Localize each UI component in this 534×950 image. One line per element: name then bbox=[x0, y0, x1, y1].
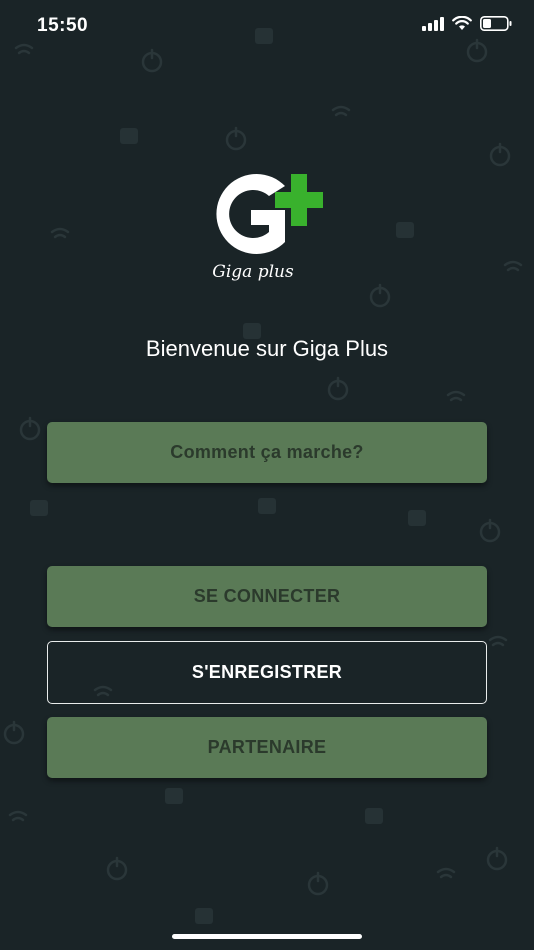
welcome-title: Bienvenue sur Giga Plus bbox=[145, 336, 389, 361]
home-indicator[interactable] bbox=[172, 934, 362, 939]
wifi-icon bbox=[452, 15, 472, 36]
status-bar: 15:50 bbox=[0, 0, 534, 52]
partner-button[interactable]: PARTENAIRE bbox=[47, 717, 487, 778]
logo-mark bbox=[216, 174, 323, 254]
logo-caption: Giga plus bbox=[212, 262, 294, 282]
status-time: 15:50 bbox=[37, 15, 89, 36]
app-screen: 15:50 Giga plus Bienvenue sur Giga Plus … bbox=[0, 0, 534, 950]
register-button[interactable]: S'ENREGISTRER bbox=[47, 641, 487, 704]
signal-icon bbox=[422, 16, 444, 36]
giga-plus-logo: Giga plus bbox=[193, 170, 343, 290]
login-button[interactable]: SE CONNECTER bbox=[47, 566, 487, 627]
status-icons bbox=[422, 15, 512, 36]
battery-icon bbox=[480, 16, 512, 36]
how-it-works-button[interactable]: Comment ça marche? bbox=[47, 422, 487, 483]
